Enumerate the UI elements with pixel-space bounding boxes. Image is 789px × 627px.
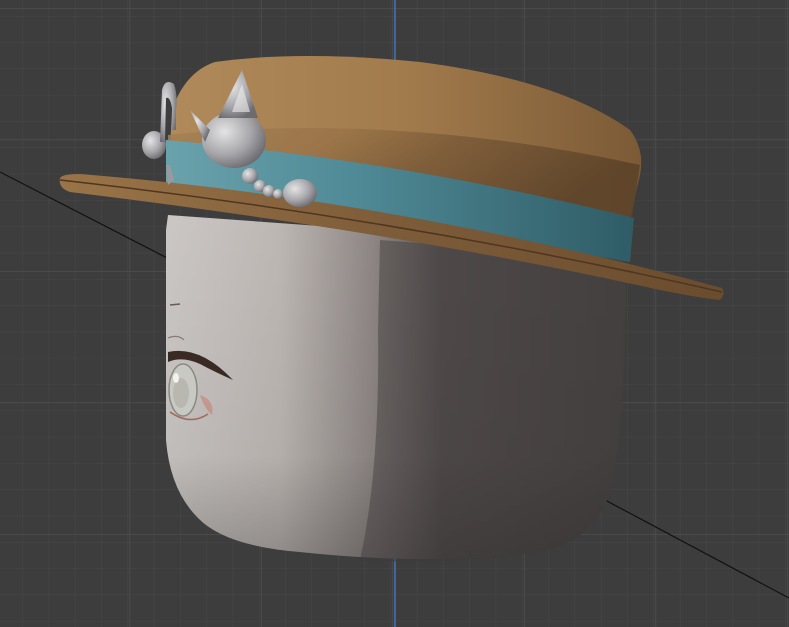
- 3d-viewport[interactable]: [0, 0, 789, 627]
- bead-large: [283, 179, 317, 207]
- model-render[interactable]: [0, 0, 789, 627]
- eyebrow: [169, 303, 181, 306]
- bead-1: [242, 168, 258, 184]
- head-shadow-right: [360, 240, 626, 562]
- eye-highlight: [173, 373, 179, 383]
- bead-4: [273, 189, 283, 199]
